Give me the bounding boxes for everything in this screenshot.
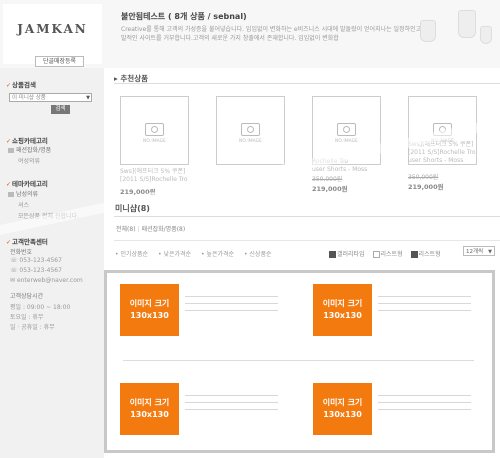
- view-list-alt[interactable]: 리스트형: [410, 251, 441, 258]
- sort-high-price[interactable]: • 높은가격순: [201, 251, 238, 258]
- view-type-options: 갤러리타입 리스트형 리스트형: [329, 249, 441, 258]
- product-info-line: [378, 395, 471, 396]
- product-thumbnail[interactable]: 이미지 크기 130x130: [313, 383, 372, 435]
- view-gallery[interactable]: 갤러리타입: [329, 251, 365, 258]
- items-per-page-select[interactable]: 12개씩 ▼: [463, 246, 495, 256]
- product-info-line: [378, 402, 471, 403]
- product-info-line: [378, 303, 471, 304]
- product-grid: 이미지 크기 130x130 이미지 크기 130x130 이미지 크기 130x13…: [104, 270, 495, 453]
- sort-options: • 인기상품순 • 낮은가격순 • 높은가격순 • 신상품순: [115, 249, 280, 258]
- divider: [114, 240, 500, 241]
- sort-popular[interactable]: • 인기상품순: [115, 251, 152, 258]
- product-info-line: [378, 296, 471, 297]
- product-info-line: [378, 310, 471, 311]
- chevron-down-icon: ▼: [488, 249, 492, 255]
- breadcrumb-all[interactable]: 전체(8): [116, 226, 136, 233]
- view-list[interactable]: 리스트형: [372, 251, 403, 258]
- minishop-title: 미니샵(8): [115, 204, 150, 213]
- sort-newest[interactable]: • 신상품순: [244, 251, 276, 258]
- product-info-line: [185, 296, 278, 297]
- product-thumbnail[interactable]: 이미지 크기 130x130: [120, 284, 179, 336]
- product-thumbnail[interactable]: 이미지 크기 130x130: [313, 284, 372, 336]
- checkbox-icon: [372, 251, 380, 258]
- divider: [123, 360, 474, 361]
- divider: [114, 216, 500, 217]
- product-info-line: [185, 310, 278, 311]
- product-info-line: [378, 409, 471, 410]
- breadcrumb-category[interactable]: 패션잡화/명품(8): [142, 226, 186, 233]
- product-info-line: [185, 395, 278, 396]
- sort-low-price[interactable]: • 낮은가격순: [158, 251, 195, 258]
- breadcrumb: 전체(8) | 패션잡화/명품(8): [116, 226, 186, 233]
- checkbox-icon: [329, 251, 336, 258]
- product-info-line: [185, 303, 278, 304]
- product-thumbnail[interactable]: 이미지 크기 130x130: [120, 383, 179, 435]
- checkbox-icon: [410, 251, 418, 258]
- product-info-line: [185, 402, 278, 403]
- product-info-line: [185, 409, 278, 410]
